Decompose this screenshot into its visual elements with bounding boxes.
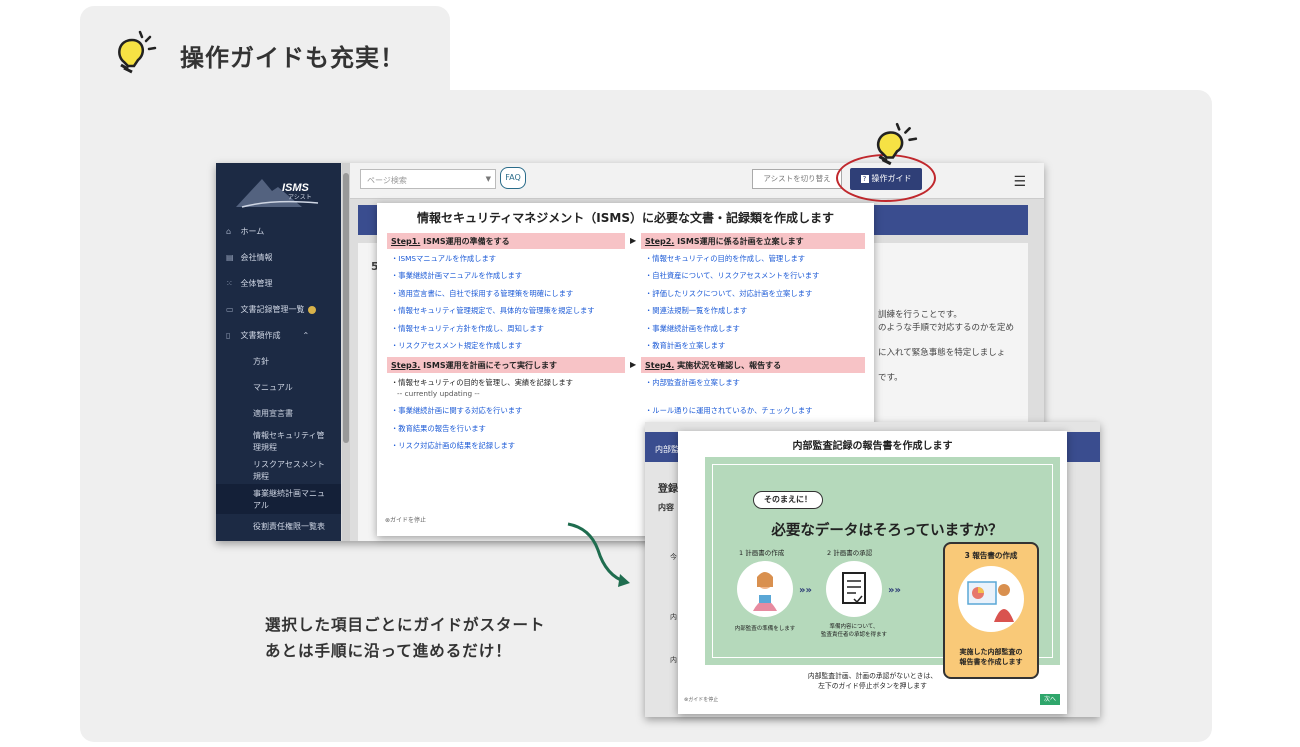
- next-button[interactable]: 次へ: [1040, 694, 1060, 705]
- sidebar-item-doc-create[interactable]: ▯ 文書類作成 ⌃: [226, 330, 309, 341]
- sidebar: ISMS アシスト ⌂ ホーム ▤ 会社情報 ⁙ 全体管理 ▭ 文書記録管理一覧…: [216, 163, 341, 541]
- guide-link[interactable]: ・ルール通りに運用されているか、チェックします: [645, 406, 812, 416]
- building-icon: ▤: [226, 253, 234, 262]
- faq-button[interactable]: FAQ: [500, 167, 526, 189]
- sidebar-item-home[interactable]: ⌂ ホーム: [226, 226, 264, 237]
- step3-header: Step3. ISMS運用を計画にそって実行します: [387, 357, 625, 373]
- svg-text:ISMS: ISMS: [282, 182, 310, 194]
- folder-icon: ▭: [226, 305, 234, 314]
- sidebar-sub-policy[interactable]: 方針: [253, 356, 333, 368]
- curved-arrow-icon: [567, 522, 630, 587]
- guide-link[interactable]: ・情報セキュリティの目的を作成し、管理します: [645, 254, 805, 264]
- sidebar-scrollbar[interactable]: [342, 163, 350, 541]
- sidebar-sub-roles[interactable]: 役割責任権限一覧表: [253, 521, 333, 533]
- guide-link[interactable]: ・事業継続計画に関する対応を行います: [391, 406, 522, 416]
- sidebar-sub-soa[interactable]: 適用宣言書: [253, 408, 333, 420]
- top-bar: ページ検索 ▼ FAQ アシストを切り替え ? 操作ガイド ☰: [350, 163, 1044, 199]
- field-label: 内容: [658, 503, 674, 512]
- guide-link[interactable]: ・関連法規制一覧を作成します: [645, 306, 747, 316]
- notification-badge: [307, 305, 316, 314]
- step1-header: Step1. ISMS運用の準備をする: [387, 233, 625, 249]
- document-icon: ▯: [226, 331, 231, 340]
- person-at-chart-icon: [967, 581, 1014, 622]
- person-reading-icon: [753, 572, 777, 611]
- guide-link[interactable]: ・適用宣言書に、自社で採用する管理策を明確にします: [391, 289, 573, 299]
- chevrons-right-icon: »»: [888, 585, 901, 596]
- step2-label: 2 計画書の承認: [827, 549, 873, 557]
- assist-toggle-button[interactable]: アシストを切り替え: [752, 169, 842, 189]
- person-illustration: [737, 561, 793, 617]
- step1-caption: 内部監査の準備をします: [734, 626, 796, 632]
- guide-title: 情報セキュリティマネジメント（ISMS）に必要な文書・記録類を作成します: [417, 211, 834, 225]
- step4-header: Step4. 実施状況を確認し、報告する: [641, 357, 865, 373]
- guide-illustration-panel: そのまえに！ 必要なデータはそろっていますか？ 1 計画書の作成 内部監査の準備…: [705, 457, 1060, 679]
- guide-link[interactable]: ・評価したリスクについて、対応計画を立案します: [645, 289, 812, 299]
- sidebar-item-doc-list[interactable]: ▭ 文書記録管理一覧: [226, 304, 316, 315]
- checklist-icon: [842, 572, 866, 604]
- page-heading: 操作ガイドも充実！: [180, 44, 405, 72]
- document-illustration: [826, 561, 882, 617]
- step1-label: 1 計画書の作成: [739, 549, 785, 557]
- step2-caption: 準備内容について、 監査責任者の承認を得ます: [820, 624, 887, 638]
- step3-card: 3 報告書の作成 実施した内部監査の 報告書を作成します: [943, 542, 1039, 679]
- guide-footnote: 内部監査計画、計画の承認がないときは、 左下のガイド停止ボタンを押します: [807, 672, 938, 690]
- bg-text-line: のような手順で対応するのかを定め: [878, 323, 1015, 333]
- sidebar-sub-manual[interactable]: マニュアル: [253, 382, 333, 394]
- section-label: 登録: [658, 484, 678, 495]
- step3-label: 3 報告書の作成: [964, 551, 1018, 560]
- arrow-right-icon: ▶: [630, 360, 637, 369]
- caption-text: 選択した項目ごとにガイドがスタート あとは手順に沿って進めるだけ！: [265, 616, 546, 660]
- bg-text-line: に入れて緊急事態を特定しましょ: [878, 348, 1006, 358]
- sidebar-sub-risk[interactable]: リスクアセスメント 規程: [253, 459, 333, 483]
- guide-link[interactable]: ・教育結果の報告を行います: [391, 424, 486, 434]
- sidebar-item-company[interactable]: ▤ 会社情報: [226, 252, 273, 263]
- guide-item[interactable]: ・情報セキュリティの目的を管理し、実績を記録します: [391, 378, 573, 388]
- guide-link[interactable]: ・自社資産について、リスクアセスメントを行います: [645, 271, 819, 281]
- arrow-right-icon: ▶: [630, 236, 637, 245]
- guide-link[interactable]: ・リスクアセスメント規定を作成します: [391, 341, 522, 351]
- scrollbar-thumb[interactable]: [343, 173, 349, 443]
- sidebar-item-overall[interactable]: ⁙ 全体管理: [226, 278, 273, 289]
- bg-text-line: 訓練を行うことです。: [878, 310, 962, 320]
- guide-link[interactable]: ・事業継続計画マニュアルを作成します: [391, 271, 522, 281]
- stop-guide-button[interactable]: ⊗ガイドを停止: [684, 696, 718, 703]
- lightbulb-icon: [876, 122, 918, 166]
- guide-dialog-audit: 内部監査記録の報告書を作成します そのまえに！ 必要なデータはそろっていますか？…: [678, 431, 1067, 714]
- svg-text:アシスト: アシスト: [288, 194, 312, 201]
- field-label: 内: [670, 613, 677, 621]
- sidebar-sub-info-sec[interactable]: 情報セキュリティ管 理規程: [253, 430, 333, 454]
- stop-guide-button[interactable]: ⊗ガイドを停止: [385, 515, 426, 524]
- caret-down-icon: ▼: [485, 175, 491, 183]
- guide-link[interactable]: ・事業継続計画を作成します: [645, 324, 740, 334]
- guide-link[interactable]: ・情報セキュリティ管理規定で、具体的な管理策を規定します: [391, 306, 595, 316]
- guide-title: 内部監査記録の報告書を作成します: [792, 441, 953, 452]
- bar-label: 内部監: [655, 445, 679, 454]
- guide-link[interactable]: ・情報セキュリティ方針を作成し、周知します: [391, 324, 544, 334]
- home-icon: ⌂: [226, 227, 232, 236]
- updating-note: -- currently updating --: [397, 389, 480, 398]
- grid-icon: ⁙: [226, 279, 233, 288]
- guide-link[interactable]: ・リスク対応計画の結果を記録します: [391, 441, 515, 451]
- page-search-select[interactable]: ページ検索 ▼: [360, 169, 496, 189]
- sidebar-sub-bcp[interactable]: 事業継続計画マニュ アル: [253, 488, 333, 512]
- field-label: 今: [670, 553, 677, 561]
- chevrons-right-icon: »»: [799, 585, 812, 596]
- isms-logo: ISMS アシスト: [236, 179, 319, 208]
- lightbulb-icon: [118, 30, 157, 74]
- guide-question: 必要なデータはそろっていますか？: [771, 523, 1003, 539]
- step2-header: Step2. ISMS運用に係る計画を立案します: [641, 233, 865, 249]
- field-label: 内: [670, 656, 677, 664]
- step3-description: 実施した内部監査の 報告書を作成します: [959, 648, 1023, 666]
- guide-link[interactable]: ・内部監査計画を立案します: [645, 378, 740, 388]
- guide-link[interactable]: ・教育計画を立案します: [645, 341, 725, 351]
- guide-link[interactable]: ・ISMSマニュアルを作成します: [391, 254, 496, 264]
- hamburger-menu-icon[interactable]: ☰: [1013, 174, 1026, 190]
- report-illustration: [958, 566, 1024, 632]
- bg-text-line: です。: [878, 373, 903, 383]
- chevron-up-icon: ⌃: [302, 331, 310, 340]
- speech-bubble: そのまえに！: [753, 491, 823, 509]
